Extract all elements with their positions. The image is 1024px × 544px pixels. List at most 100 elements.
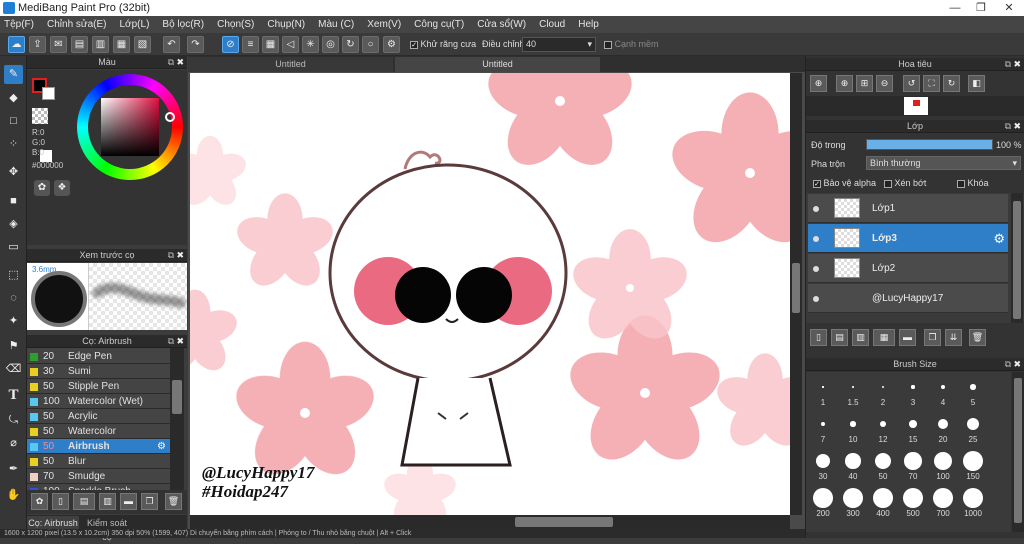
panel-doc-icon[interactable]: ▧ [134, 36, 151, 53]
canvas-vertical-scrollbar[interactable] [790, 73, 802, 515]
pen-tool-icon[interactable]: ✒ [4, 460, 23, 479]
vanish-snap-icon[interactable]: ◁ [282, 36, 299, 53]
brush-size-option[interactable]: 7 [808, 413, 838, 444]
bg-color-swatch-2[interactable] [42, 87, 55, 100]
brush-list-scrollbar[interactable] [170, 348, 184, 490]
comment-icon[interactable]: ✉ [50, 36, 67, 53]
menu-edit[interactable]: Chỉnh sửa(E) [47, 19, 107, 30]
canvas[interactable]: @LucyHappy17 #Hoidap247 [190, 73, 790, 515]
close-icon[interactable]: ✖ [176, 249, 184, 262]
visibility-icon[interactable] [813, 206, 819, 212]
menu-window[interactable]: Cửa sổ(W) [477, 19, 526, 30]
brush-size-option[interactable]: 300 [838, 487, 868, 518]
close-icon[interactable]: ✖ [1013, 58, 1021, 71]
rotate-right-icon[interactable]: ↻ [943, 75, 960, 92]
brush-size-option[interactable]: 70 [898, 450, 928, 481]
tab-document-1[interactable]: Untitled [188, 57, 393, 72]
fill-shape-tool-icon[interactable]: ■ [4, 192, 23, 211]
brush-list-item[interactable]: 50 Stipple Pen [27, 379, 170, 394]
zoom-in-alt-icon[interactable]: ⊕ [836, 75, 853, 92]
close-icon[interactable]: ✖ [1013, 120, 1021, 133]
opacity-slider[interactable] [866, 139, 993, 150]
visibility-icon[interactable] [813, 266, 819, 272]
bucket-tool-icon[interactable]: ◈ [4, 215, 23, 234]
close-icon[interactable]: ✖ [1013, 358, 1021, 371]
layer-list-scrollbar[interactable] [1011, 193, 1023, 323]
canvas-horizontal-scrollbar[interactable] [190, 515, 790, 529]
snap-off-icon[interactable]: ⊘ [222, 36, 239, 53]
grid-doc-icon[interactable]: ▦ [113, 36, 130, 53]
export-icon[interactable]: ⇪ [29, 36, 46, 53]
hue-wheel[interactable] [77, 74, 183, 180]
soft-edge-checkbox[interactable] [604, 40, 612, 49]
new-layer-icon[interactable]: ▯ [810, 329, 827, 346]
select-rect-icon[interactable]: ⬚ [4, 266, 23, 285]
brush-list-item[interactable]: 50 Acrylic [27, 409, 170, 424]
close-window-button[interactable]: ✕ [994, 0, 1024, 16]
radial-snap-icon[interactable]: ✳ [302, 36, 319, 53]
menu-file[interactable]: Tệp(F) [4, 19, 34, 30]
snap-settings-icon[interactable]: ⚙ [383, 36, 400, 53]
tab-brush[interactable]: Cọ: Airbrush [27, 516, 79, 530]
flip-icon[interactable]: ◧ [968, 75, 985, 92]
antialias-checkbox[interactable]: ✓ [410, 40, 418, 49]
duplicate-layer-icon[interactable]: ❐ [924, 329, 941, 346]
brush-size-option[interactable]: 4 [928, 376, 958, 407]
rotate-left-icon[interactable]: ↺ [903, 75, 920, 92]
maximize-button[interactable]: ❐ [968, 0, 994, 16]
brush-size-option[interactable]: 30 [808, 450, 838, 481]
brush-list-item[interactable]: 70 Smudge [27, 469, 170, 484]
document-icon[interactable]: ▤ [71, 36, 88, 53]
brush-size-option[interactable]: 20 [928, 413, 958, 444]
undo-icon[interactable]: ↶ [163, 36, 180, 53]
lasso-icon[interactable]: ◌ [4, 289, 23, 308]
visibility-icon[interactable] [813, 296, 819, 302]
brush-tool-icon[interactable]: ✎ [4, 65, 23, 84]
saturation-square[interactable] [101, 98, 159, 156]
folder-icon[interactable]: ▬ [120, 493, 137, 510]
dot-tool-icon[interactable]: ⁘ [4, 135, 23, 154]
brush-list-item[interactable]: 50 Blur [27, 454, 170, 469]
brush-size-option[interactable]: 50 [868, 450, 898, 481]
menu-select[interactable]: Chọn(S) [217, 19, 254, 30]
menu-snap[interactable]: Chụp(N) [267, 19, 305, 30]
brush-size-option[interactable]: 25 [958, 413, 988, 444]
brush-size-option[interactable]: 3 [898, 376, 928, 407]
hue-handle[interactable] [165, 112, 175, 122]
folder-icon[interactable]: ▬ [899, 329, 916, 346]
tab-document-2[interactable]: Untitled [395, 57, 600, 72]
brush-size-option[interactable]: 5 [958, 376, 988, 407]
delete-layer-icon[interactable]: 🗑 [969, 329, 986, 346]
gradient-tool-icon[interactable]: ▭ [4, 238, 23, 257]
palette-icon[interactable]: ✿ [34, 180, 50, 196]
text-tool-icon[interactable]: T [4, 386, 23, 405]
brush-list-item[interactable]: 30 Sumi [27, 364, 170, 379]
fit-window-icon[interactable]: ⛶ [923, 75, 940, 92]
correction-input[interactable]: 40 ▾ [522, 37, 596, 52]
new-1bit-layer-icon[interactable]: ▥ [852, 329, 869, 346]
curve-snap-icon[interactable]: ↻ [342, 36, 359, 53]
menu-filter[interactable]: Bộ lọc(R) [162, 19, 204, 30]
layer-row[interactable]: Lớp2 [808, 254, 1008, 283]
brush-settings-icon[interactable]: ▥ [99, 493, 116, 510]
eraser-tool-icon[interactable]: ◆ [4, 89, 23, 108]
zoom-in-icon[interactable]: ⊕ [810, 75, 827, 92]
lock-checkbox[interactable] [957, 179, 965, 188]
menu-layer[interactable]: Lớp(L) [120, 19, 150, 30]
rect-tool-icon[interactable]: □ [4, 112, 23, 131]
close-icon[interactable]: ✖ [176, 335, 184, 348]
parallel-snap-icon[interactable]: ≡ [242, 36, 259, 53]
popout-icon[interactable]: ⧉ [168, 56, 174, 69]
zoom-out-icon[interactable]: ⊖ [876, 75, 893, 92]
new-brush-icon[interactable]: ▯ [52, 493, 69, 510]
duplicate-icon[interactable]: ❐ [141, 493, 158, 510]
popout-icon[interactable]: ⧉ [1005, 58, 1011, 71]
menu-help[interactable]: Help [578, 19, 599, 30]
popout-icon[interactable]: ⧉ [1005, 358, 1011, 371]
popout-icon[interactable]: ⧉ [1005, 120, 1011, 133]
menu-color[interactable]: Màu (C) [318, 19, 354, 30]
brush-size-option[interactable]: 2 [868, 376, 898, 407]
menu-view[interactable]: Xem(V) [367, 19, 401, 30]
layer-row-selected[interactable]: Lớp3 ⚙ [808, 224, 1008, 253]
brush-list-item[interactable]: 20 Edge Pen [27, 349, 170, 364]
